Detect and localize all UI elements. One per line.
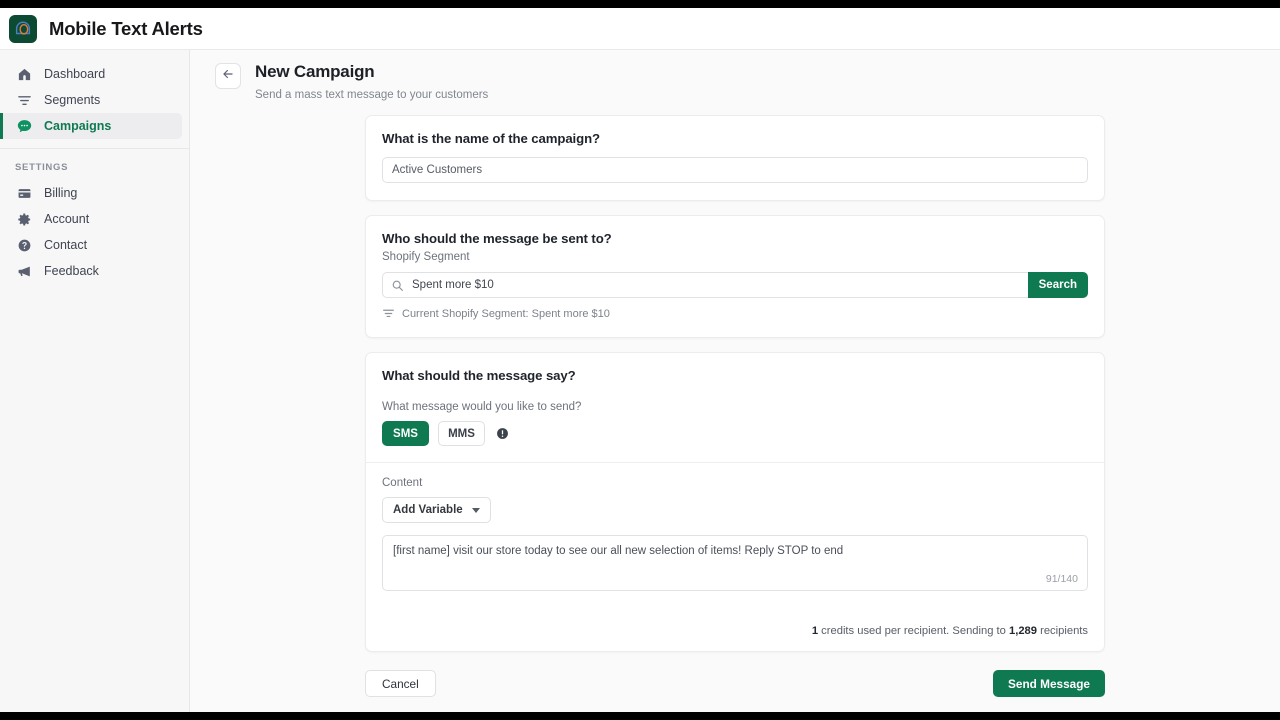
- campaign-name-input[interactable]: [382, 157, 1088, 183]
- campaign-name-card: What is the name of the campaign?: [365, 115, 1105, 201]
- content-label: Content: [382, 477, 423, 489]
- back-button[interactable]: [215, 63, 241, 89]
- sidebar-label-contact: Contact: [44, 238, 88, 252]
- credits-spacer: [366, 607, 1104, 625]
- sidebar-label-campaigns: Campaigns: [44, 119, 112, 133]
- chevron-down-icon: [471, 507, 480, 513]
- megaphone-icon: [15, 262, 33, 280]
- sidebar-label-billing: Billing: [44, 186, 78, 200]
- sidebar-label-feedback: Feedback: [44, 264, 99, 278]
- brand-title: Mobile Text Alerts: [49, 17, 203, 39]
- page-header: New Campaign Send a mass text message to…: [190, 50, 1280, 101]
- message-type-sms-button[interactable]: SMS: [382, 421, 429, 446]
- add-variable-dropdown[interactable]: Add Variable: [382, 497, 491, 523]
- recipients-count: 1,289: [1009, 625, 1037, 637]
- sidebar-settings-heading: SETTINGS: [15, 162, 69, 173]
- message-type-label: What message would you like to send?: [382, 401, 582, 413]
- current-segment-text: Current Shopify Segment: Spent more $10: [402, 307, 610, 320]
- chat-bubble-icon: [15, 117, 33, 135]
- credits-mid-text: credits used per recipient. Sending to: [818, 625, 1009, 637]
- campaign-name-input-wrap: [382, 157, 1088, 183]
- body-split: Dashboard Segments Campaigns SETTINGS Bi…: [0, 50, 1280, 712]
- gear-icon: [15, 210, 33, 228]
- credit-card-icon: [15, 184, 33, 202]
- sidebar-item-feedback[interactable]: Feedback: [0, 258, 182, 284]
- filter-icon: [382, 307, 395, 320]
- segment-search-input[interactable]: [412, 279, 1020, 291]
- search-icon: [391, 279, 404, 292]
- cards-column: What is the name of the campaign? Who sh…: [365, 101, 1105, 697]
- campaign-name-question: What is the name of the campaign?: [382, 131, 600, 146]
- segment-search-row: Search: [382, 272, 1088, 298]
- question-circle-icon: [15, 236, 33, 254]
- add-variable-label: Add Variable: [393, 504, 463, 516]
- home-icon: [15, 65, 33, 83]
- sidebar-label-segments: Segments: [44, 93, 101, 107]
- audience-card: Who should the message be sent to? Shopi…: [365, 215, 1105, 338]
- sidebar-item-billing[interactable]: Billing: [0, 180, 182, 206]
- footer-actions: Cancel Send Message: [365, 670, 1105, 697]
- message-card: What should the message say? What messag…: [365, 352, 1105, 652]
- main-content: New Campaign Send a mass text message to…: [190, 50, 1280, 712]
- logo-mark-icon: [9, 14, 37, 43]
- sidebar-item-dashboard[interactable]: Dashboard: [0, 61, 182, 87]
- app-window: Mobile Text Alerts Dashboard Segments Ca…: [0, 8, 1280, 712]
- current-segment-row: Current Shopify Segment: Spent more $10: [382, 307, 1088, 320]
- page-header-text: New Campaign Send a mass text message to…: [255, 61, 488, 101]
- filter-icon: [15, 91, 33, 109]
- message-text: [first name] visit our store today to se…: [393, 545, 844, 557]
- audience-question: Who should the message be sent to?: [382, 231, 612, 246]
- arrow-left-icon: [221, 67, 235, 86]
- message-card-head: What should the message say? What messag…: [366, 353, 1104, 462]
- brand-bar: Mobile Text Alerts: [0, 8, 1280, 50]
- sidebar-item-campaigns[interactable]: Campaigns: [0, 113, 182, 139]
- message-question: What should the message say?: [382, 368, 576, 383]
- message-textarea[interactable]: [first name] visit our store today to se…: [382, 535, 1088, 591]
- audience-sub-label: Shopify Segment: [382, 251, 470, 263]
- sidebar-item-segments[interactable]: Segments: [0, 87, 182, 113]
- message-type-mms-button[interactable]: MMS: [438, 421, 485, 446]
- character-counter: 91/140: [1045, 573, 1078, 585]
- cancel-button[interactable]: Cancel: [365, 670, 436, 697]
- sidebar: Dashboard Segments Campaigns SETTINGS Bi…: [0, 50, 190, 712]
- page-title: New Campaign: [255, 62, 375, 81]
- sidebar-item-contact[interactable]: Contact: [0, 232, 182, 258]
- sidebar-label-account: Account: [44, 212, 90, 226]
- message-content-section: Content Add Variable [first name] visit …: [366, 463, 1104, 607]
- segment-search-box[interactable]: [382, 272, 1028, 298]
- page-subtitle: Send a mass text message to your custome…: [255, 89, 489, 101]
- credits-end-text: recipients: [1037, 625, 1088, 637]
- sidebar-label-dashboard: Dashboard: [44, 67, 106, 81]
- sidebar-item-account[interactable]: Account: [0, 206, 182, 232]
- credits-line: 1 credits used per recipient. Sending to…: [366, 625, 1104, 651]
- info-exclamation-icon[interactable]: [496, 427, 509, 440]
- send-message-button[interactable]: Send Message: [993, 670, 1105, 697]
- message-type-row: SMS MMS: [382, 421, 1088, 462]
- segment-search-button[interactable]: Search: [1027, 272, 1088, 298]
